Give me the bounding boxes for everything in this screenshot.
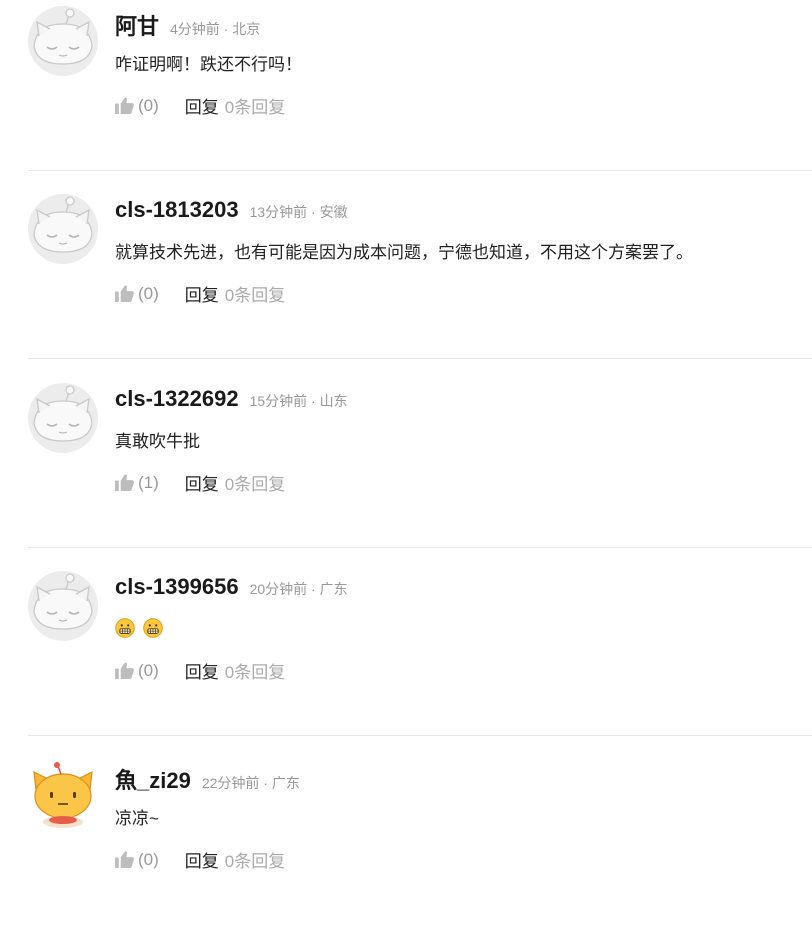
grimace-emoji-icon xyxy=(143,618,163,638)
like-button[interactable]: (0) xyxy=(115,850,159,870)
reply-button[interactable]: 回复 xyxy=(185,847,219,872)
like-count: (0) xyxy=(138,95,159,115)
thumbs-up-icon xyxy=(115,285,134,302)
comment-meta: 22分钟前 · 广东 xyxy=(201,775,300,791)
reply-count-link[interactable]: 0条回复 xyxy=(225,281,285,306)
reply-button[interactable]: 回复 xyxy=(185,93,219,118)
thumbs-up-icon xyxy=(115,97,134,114)
reply-count-link[interactable]: 0条回复 xyxy=(225,470,285,495)
like-button[interactable]: (0) xyxy=(115,284,159,304)
thumbs-up-icon xyxy=(115,662,134,679)
divider xyxy=(28,735,812,736)
default-cat-avatar[interactable] xyxy=(28,383,98,453)
comment-text: 凉凉~ xyxy=(115,809,159,828)
comment-actions: (0) 回复 0条回复 xyxy=(115,847,285,872)
reply-count-link[interactable]: 0条回复 xyxy=(225,658,285,683)
comment-actions: (0) 回复 0条回复 xyxy=(115,281,285,306)
username[interactable]: 阿甘 xyxy=(115,9,159,41)
comment-text: 就算技术先进，也有可能是因为成本问题，宁德也知道，不用这个方案罢了。 xyxy=(115,243,693,262)
comment-header: cls-1322692 15分钟前 · 山东 xyxy=(115,386,348,412)
comment-text: 真敢吹牛批 xyxy=(115,432,200,451)
username[interactable]: cls-1322692 xyxy=(115,386,239,412)
comment-text xyxy=(115,618,163,638)
thumbs-up-icon xyxy=(115,851,134,868)
like-count: (0) xyxy=(138,283,159,303)
username[interactable]: 魚_zi29 xyxy=(115,763,191,795)
comment-header: 魚_zi29 22分钟前 · 广东 xyxy=(115,763,300,795)
username[interactable]: cls-1399656 xyxy=(115,574,239,600)
comment-meta: 20分钟前 · 广东 xyxy=(249,581,348,597)
default-cat-avatar[interactable] xyxy=(28,6,98,76)
comment-item: 魚_zi29 22分钟前 · 广东 凉凉~ (0) 回复 0条回复 xyxy=(0,756,812,944)
like-button[interactable]: (0) xyxy=(115,96,159,116)
like-count: (0) xyxy=(138,849,159,869)
comment-meta: 15分钟前 · 山东 xyxy=(249,393,348,409)
grimace-emoji-icon xyxy=(115,618,135,638)
comment-header: cls-1399656 20分钟前 · 广东 xyxy=(115,574,348,600)
reply-button[interactable]: 回复 xyxy=(185,470,219,495)
reply-button[interactable]: 回复 xyxy=(185,658,219,683)
comment-item: 阿甘 4分钟前 · 北京 咋证明啊！跌还不行吗！ (0) 回复 0条回复 xyxy=(0,2,812,190)
default-cat-avatar[interactable] xyxy=(28,194,98,264)
like-button[interactable]: (0) xyxy=(115,661,159,681)
comment-meta: 13分钟前 · 安徽 xyxy=(249,204,348,220)
like-count: (1) xyxy=(138,472,159,492)
default-cat-avatar[interactable] xyxy=(28,571,98,641)
comment-item: cls-1399656 20分钟前 · 广东 (0) 回复 0条回复 xyxy=(0,567,812,755)
comment-item: cls-1813203 13分钟前 · 安徽 就算技术先进，也有可能是因为成本问… xyxy=(0,190,812,378)
reply-count-link[interactable]: 0条回复 xyxy=(225,847,285,872)
like-button[interactable]: (1) xyxy=(115,473,159,493)
divider xyxy=(28,170,812,171)
comment-meta: 4分钟前 · 北京 xyxy=(170,21,261,37)
divider xyxy=(28,358,812,359)
comment-item: cls-1322692 15分钟前 · 山东 真敢吹牛批 (1) 回复 0条回复 xyxy=(0,379,812,567)
comment-header: cls-1813203 13分钟前 · 安徽 xyxy=(115,197,348,223)
comment-actions: (1) 回复 0条回复 xyxy=(115,470,285,495)
reply-button[interactable]: 回复 xyxy=(185,281,219,306)
reply-count-link[interactable]: 0条回复 xyxy=(225,93,285,118)
divider xyxy=(28,547,812,548)
comment-actions: (0) 回复 0条回复 xyxy=(115,658,285,683)
comment-actions: (0) 回复 0条回复 xyxy=(115,93,285,118)
username[interactable]: cls-1813203 xyxy=(115,197,239,223)
thumbs-up-icon xyxy=(115,474,134,491)
like-count: (0) xyxy=(138,660,159,680)
comment-text: 咋证明啊！跌还不行吗！ xyxy=(115,55,302,74)
comment-header: 阿甘 4分钟前 · 北京 xyxy=(115,9,260,41)
yellow-cat-avatar[interactable] xyxy=(28,760,98,830)
